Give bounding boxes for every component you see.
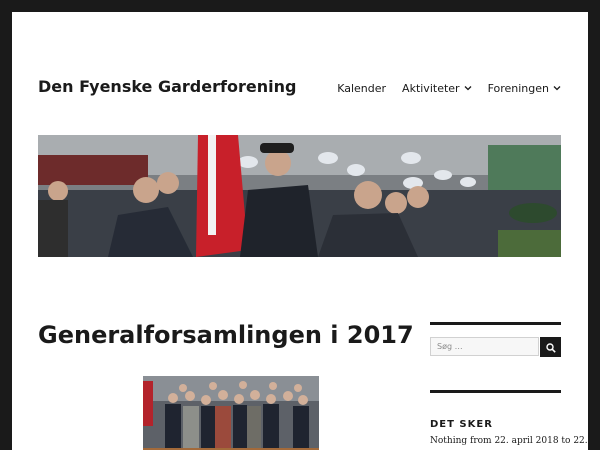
nav-item-foreningen[interactable]: Foreningen (488, 82, 561, 95)
nav-item-kalender[interactable]: Kalender (337, 82, 386, 95)
post-image[interactable] (143, 376, 319, 450)
nav-item-label: Aktiviteter (402, 82, 460, 95)
chevron-down-icon[interactable] (464, 84, 472, 93)
header-image (38, 135, 561, 257)
search-icon (545, 338, 556, 357)
post-title[interactable]: Generalforsamlingen i 2017 (38, 321, 414, 349)
nav-item-label: Foreningen (487, 82, 549, 95)
chevron-down-icon[interactable] (553, 84, 561, 93)
search-input[interactable]: Søg … (430, 337, 539, 356)
sidebar-divider (430, 322, 561, 325)
widget-title: DET SKER (430, 419, 493, 430)
nav-item-aktiviteter[interactable]: Aktiviteter (402, 82, 472, 95)
search-button[interactable] (540, 337, 561, 357)
site-title[interactable]: Den Fyenske Garderforening (38, 77, 296, 96)
page: Den Fyenske Garderforening Kalender Akti… (12, 12, 588, 450)
main-navigation: Kalender Aktiviteter Foreningen (337, 82, 561, 95)
nav-item-label: Kalender (337, 82, 387, 95)
sidebar-divider (430, 390, 561, 393)
widget-text: Nothing from 22. april 2018 to 22. (430, 436, 588, 446)
